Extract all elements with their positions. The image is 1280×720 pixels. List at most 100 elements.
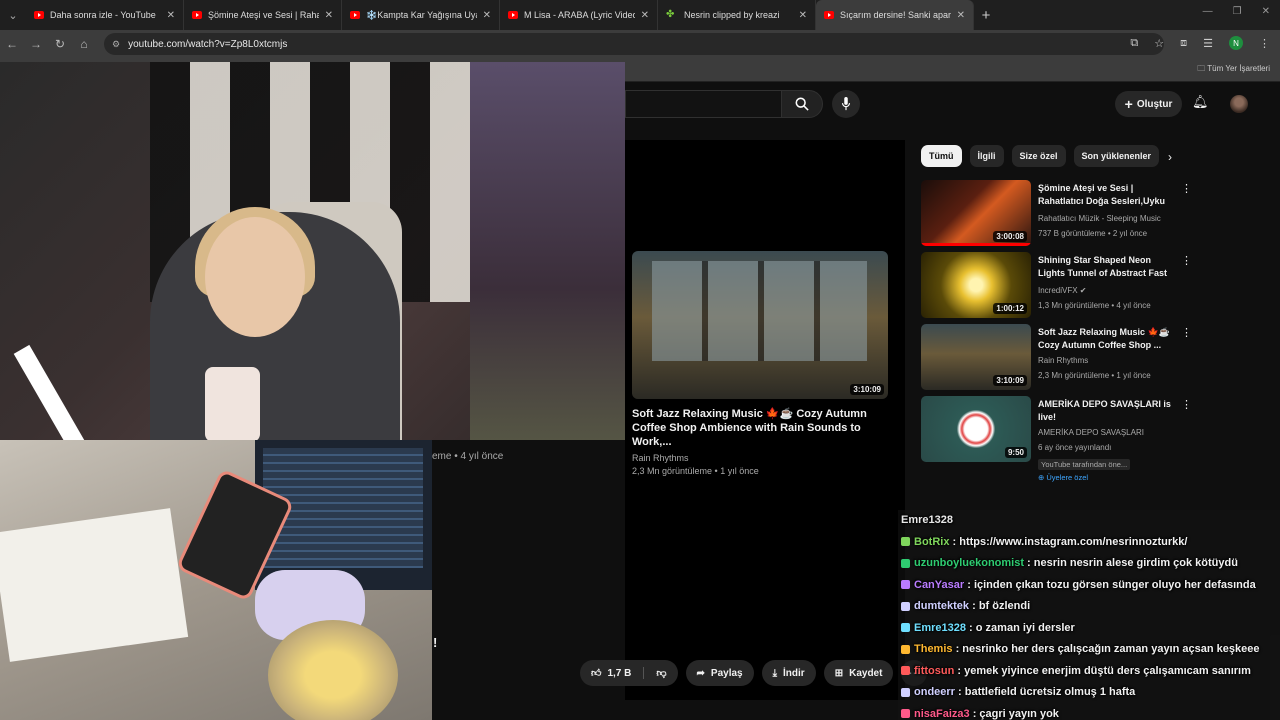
chat-username[interactable]: Emre1328 [914,622,966,634]
video-meta-fragment: eme • 4 yıl önce [432,451,504,462]
featured-channel[interactable]: Rain Rhythms [632,452,890,465]
thumbs-down-icon[interactable]: 👎︎ [643,667,667,679]
sidebar-title[interactable]: Şömine Ateşi ve Sesi | Rahatlatıcı Doğa … [1038,182,1174,210]
close-tab-icon[interactable]: ✕ [483,10,491,21]
menu-dots-icon[interactable]: ⋮ [1259,37,1270,50]
search-button[interactable] [781,90,823,118]
back-icon[interactable]: ← [0,37,24,51]
chat-separator: : [954,686,965,698]
site-info-icon[interactable]: ⚙ [112,39,120,50]
featured-thumbnail[interactable]: 3:10:09 [632,251,888,399]
sidebar-channel[interactable]: Rain Rhythms [1038,354,1174,367]
more-options-icon[interactable]: ⋮ [1181,254,1192,267]
chat-separator: : [966,621,976,634]
chevron-right-icon[interactable]: › [1168,150,1172,164]
sidebar-video[interactable]: 9:50 AMERİKA DEPO SAVAŞLARI is live! AMERİ… [921,396,1192,482]
close-tab-icon[interactable]: ✕ [957,10,965,21]
sidebar-title[interactable]: AMERİKA DEPO SAVAŞLARI is live! [1038,398,1174,424]
browser-tab[interactable]: ✤ Nesrin clipped by kreazi ✕ [658,0,816,30]
all-bookmarks-button[interactable]: 🗀 Tüm Yer İşaretleri [1197,63,1270,77]
bookmark-star-icon[interactable]: ☆ [1154,37,1164,50]
sidebar-video[interactable]: 1:00:12 Shining Star Shaped Neon Lights T… [921,252,1192,324]
duration-badge: 3:10:09 [993,375,1027,386]
bell-icon[interactable]: 🔔︎ [1192,94,1209,110]
chat-username[interactable]: dumtektek [914,600,969,612]
chat-separator: : [964,578,974,591]
sidebar-thumbnail[interactable]: 3:00:08 [921,180,1031,246]
close-tab-icon[interactable]: ✕ [325,10,333,21]
extensions-icon[interactable]: ⧈ [1180,37,1187,50]
browser-tab-bar: ⌄ Daha sonra izle - YouTube ✕ Şömine Ateşi… [0,0,1280,30]
plus-icon: + [1124,96,1133,112]
featured-title[interactable]: Soft Jazz Relaxing Music 🍁☕ Cozy Autumn … [632,407,890,449]
chip-item[interactable]: İlgili [969,145,1004,167]
forward-icon[interactable]: → [24,37,48,51]
reload-icon[interactable]: ↻ [48,37,72,51]
chat-separator: : [954,664,965,677]
voice-search-button[interactable] [832,90,860,118]
sidebar-video[interactable]: 3:00:08 Şömine Ateşi ve Sesi | Rahatlatıc… [921,180,1192,252]
search-input[interactable] [625,90,781,118]
featured-duration: 3:10:09 [850,384,884,395]
sidebar-video[interactable]: 3:10:09 Soft Jazz Relaxing Music 🍁☕ Cozy … [921,324,1192,396]
sidebar-channel[interactable]: Rahatlatıcı Müzik - Sleeping Music [1038,212,1174,225]
browser-tab[interactable]: Sıçarım dersine! Sanki apartma ✕ [816,0,974,30]
user-badge-icon [901,601,910,611]
sidebar-title[interactable]: Shining Star Shaped Neon Lights Tunnel o… [1038,254,1174,282]
chip-item[interactable]: Size özel [1011,145,1066,167]
chat-username[interactable]: BotRix [914,536,949,548]
chat-username[interactable]: nisaFaiza3 [914,708,970,720]
sidebar-channel[interactable]: AMERİKA DEPO SAVAŞLARI [1038,426,1174,439]
save-label: Kaydet [849,667,883,679]
chat-text: çagri yayın yok [979,707,1059,720]
chat-username[interactable]: Emre1328 [901,514,953,526]
more-options-icon[interactable]: ⋮ [1181,182,1192,195]
more-options-icon[interactable]: ⋮ [1181,326,1192,339]
minimize-icon[interactable]: — [1203,6,1213,17]
chat-separator: : [969,600,979,612]
sidebar-thumbnail[interactable]: 1:00:12 [921,252,1031,318]
profile-avatar[interactable]: N [1229,36,1243,50]
more-options-icon[interactable]: ⋮ [1181,398,1192,411]
browser-tab[interactable]: M Lisa - ARABA (Lyric Video) - Y ✕ [500,0,658,30]
create-button[interactable]: + Oluştur [1115,91,1182,117]
sidebar-title[interactable]: Soft Jazz Relaxing Music 🍁☕ Cozy Autumn … [1038,326,1174,352]
chat-username[interactable]: Themis [914,643,953,655]
microphone-arm [13,344,85,440]
maximize-icon[interactable]: ❐ [1233,6,1242,17]
close-tab-icon[interactable]: ✕ [641,10,649,21]
tab-search-button[interactable]: ⌄ [0,0,26,30]
chat-text: içinden çıkan tozu görsen sünger oluyo h… [973,578,1256,591]
chat-message: ondeerr : battlefield ücretsiz olmuş 1 h… [898,682,1280,704]
chat-username[interactable]: uzunboyluekonomist [914,557,1024,569]
close-tab-icon[interactable]: ✕ [167,10,175,21]
new-tab-button[interactable]: + [974,7,998,24]
sidebar-thumbnail[interactable]: 9:50 [921,396,1031,462]
phone-in-hand [205,367,260,440]
like-button[interactable]: 👍︎ 1,7 B 👎︎ [580,660,678,686]
account-avatar[interactable] [1230,95,1248,113]
share-button[interactable]: ➦ Paylaş [685,660,754,686]
chip-item[interactable]: Son yüklenenler [1073,145,1160,167]
sidebar-thumbnail[interactable]: 3:10:09 [921,324,1031,390]
home-icon[interactable]: ⌂ [72,37,96,51]
browser-tab[interactable]: Şömine Ateşi ve Sesi | Rahatlatı ✕ [184,0,342,30]
tab-title: M Lisa - ARABA (Lyric Video) - Y [524,10,635,20]
download-button[interactable]: ⤓ İndir [761,660,816,686]
close-window-icon[interactable]: ✕ [1262,6,1270,17]
browser-tab[interactable]: ❄️Kampta Kar Yağışına Uyandı ✕ [342,0,500,30]
sidebar-channel[interactable]: IncrediVFX ✔ [1038,284,1174,297]
save-button[interactable]: ⊞ Kaydet [823,660,894,686]
chat-message: Emre1328 : o zaman iyi dersler [898,618,1280,640]
cast-icon[interactable]: ⧉ [1130,37,1138,50]
browser-tab[interactable]: Daha sonra izle - YouTube ✕ [26,0,184,30]
reading-list-icon[interactable]: ☰ [1203,37,1213,50]
share-icon: ➦ [696,667,705,679]
featured-recommendation[interactable]: 3:10:09 Soft Jazz Relaxing Music 🍁☕ Cozy… [632,251,890,478]
chat-username[interactable]: ondeerr [914,686,955,698]
chat-username[interactable]: fittosun [914,665,954,677]
close-tab-icon[interactable]: ✕ [799,10,807,21]
url-field[interactable]: ⚙ youtube.com/watch?v=Zp8L0xtcmjs [104,33,1164,55]
chat-username[interactable]: CanYasar [914,579,964,591]
chip-item[interactable]: Tümü [921,145,962,167]
